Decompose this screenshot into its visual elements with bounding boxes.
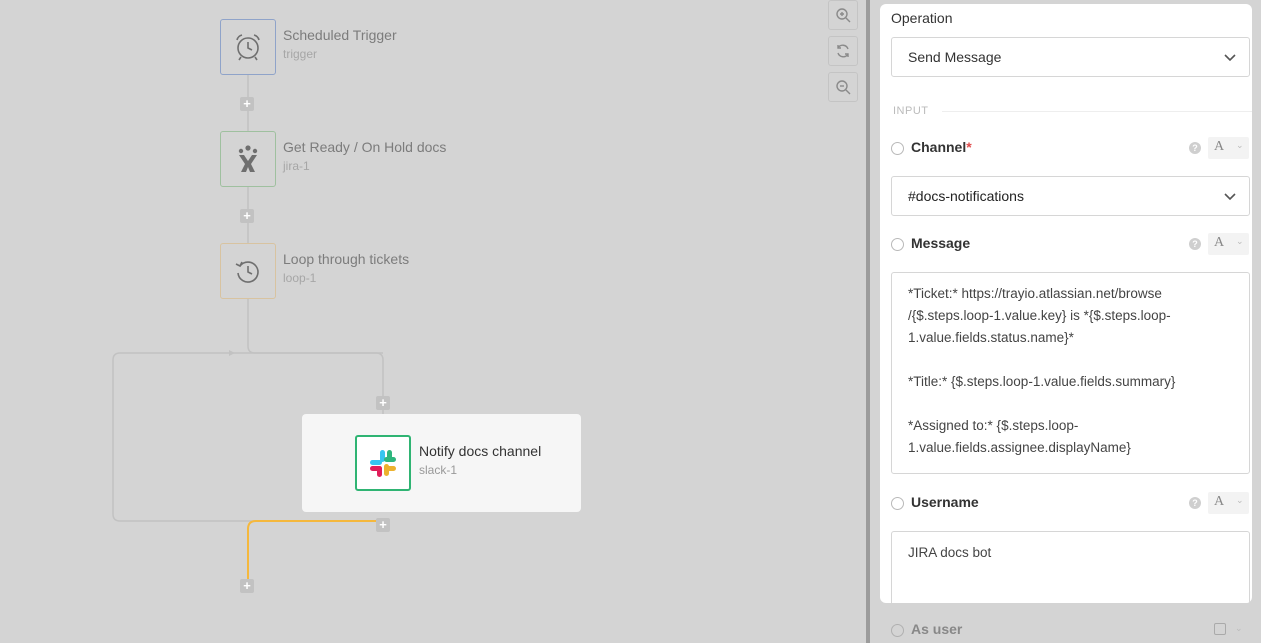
help-icon[interactable]: ?	[1189, 238, 1201, 250]
message-label: Message	[911, 235, 971, 251]
jira-icon	[238, 145, 258, 172]
text-type-icon: A	[1214, 139, 1225, 154]
step-properties-panel: Operation Send Message INPUT Channel* ? …	[880, 4, 1252, 603]
chevron-down-icon: ⌄	[1236, 236, 1244, 246]
add-step-button[interactable]: +	[376, 396, 390, 410]
channel-radio[interactable]	[891, 142, 904, 155]
jira-node[interactable]	[220, 131, 276, 187]
as-user-radio[interactable]	[891, 624, 904, 637]
add-step-button[interactable]: +	[240, 97, 254, 111]
chevron-down-icon	[1224, 193, 1236, 201]
connector-lines	[112, 75, 384, 579]
reset-zoom-button[interactable]	[828, 36, 858, 66]
node-subtitle: loop-1	[283, 271, 317, 285]
message-textarea[interactable]: *Ticket:* https://trayio.atlassian.net/b…	[891, 272, 1250, 474]
zoom-out-button[interactable]	[828, 72, 858, 102]
chevron-down-icon	[1224, 54, 1236, 62]
text-type-icon: A	[1214, 235, 1225, 250]
add-step-button[interactable]: +	[240, 209, 254, 223]
node-title: Get Ready / On Hold docs	[283, 139, 447, 155]
input-section-heading: INPUT	[893, 105, 929, 117]
scheduled-trigger-node[interactable]	[220, 19, 276, 75]
channel-label-text: Channel	[911, 139, 967, 155]
operation-value: Send Message	[908, 49, 1002, 65]
channel-label: Channel*	[911, 139, 972, 155]
slack-icon	[370, 450, 396, 477]
as-user-label: As user	[911, 621, 963, 637]
node-subtitle: trigger	[283, 47, 318, 61]
operation-label: Operation	[891, 10, 953, 26]
message-type-selector[interactable]: A ⌄	[1208, 233, 1249, 255]
username-type-selector[interactable]: A ⌄	[1208, 492, 1249, 514]
channel-value: #docs-notifications	[908, 188, 1024, 204]
username-label: Username	[911, 494, 979, 510]
text-type-icon: A	[1214, 494, 1225, 509]
checkbox-icon[interactable]	[1214, 623, 1226, 635]
chevron-down-icon: ⌄	[1236, 495, 1244, 505]
zoom-in-icon	[836, 8, 851, 23]
workflow-canvas[interactable]: Scheduled Trigger trigger + Get Ready / …	[0, 0, 866, 643]
help-icon[interactable]: ?	[1189, 497, 1201, 509]
channel-select[interactable]: #docs-notifications	[891, 176, 1250, 216]
add-step-button[interactable]: +	[376, 518, 390, 532]
node-subtitle: jira-1	[283, 159, 310, 173]
slack-node[interactable]	[355, 435, 411, 491]
add-step-button[interactable]: +	[240, 579, 254, 593]
chevron-down-icon: ⌄	[1235, 623, 1243, 633]
loop-icon	[235, 261, 259, 283]
section-divider	[942, 111, 1252, 112]
node-title: Notify docs channel	[419, 443, 542, 459]
zoom-in-button[interactable]	[828, 0, 858, 30]
username-radio[interactable]	[891, 497, 904, 510]
username-textarea[interactable]: JIRA docs bot	[891, 531, 1250, 603]
channel-type-selector[interactable]: A ⌄	[1208, 137, 1249, 159]
node-title: Scheduled Trigger	[283, 27, 397, 43]
operation-select[interactable]: Send Message	[891, 37, 1250, 77]
alarm-clock-icon	[236, 34, 260, 61]
refresh-icon	[837, 44, 849, 58]
chevron-down-icon: ⌄	[1236, 140, 1244, 150]
message-radio[interactable]	[891, 238, 904, 251]
zoom-out-icon	[836, 80, 851, 95]
node-subtitle: slack-1	[419, 463, 458, 477]
node-title: Loop through tickets	[283, 251, 410, 267]
required-marker: *	[966, 139, 972, 155]
loop-node[interactable]	[220, 243, 276, 299]
help-icon[interactable]: ?	[1189, 142, 1201, 154]
